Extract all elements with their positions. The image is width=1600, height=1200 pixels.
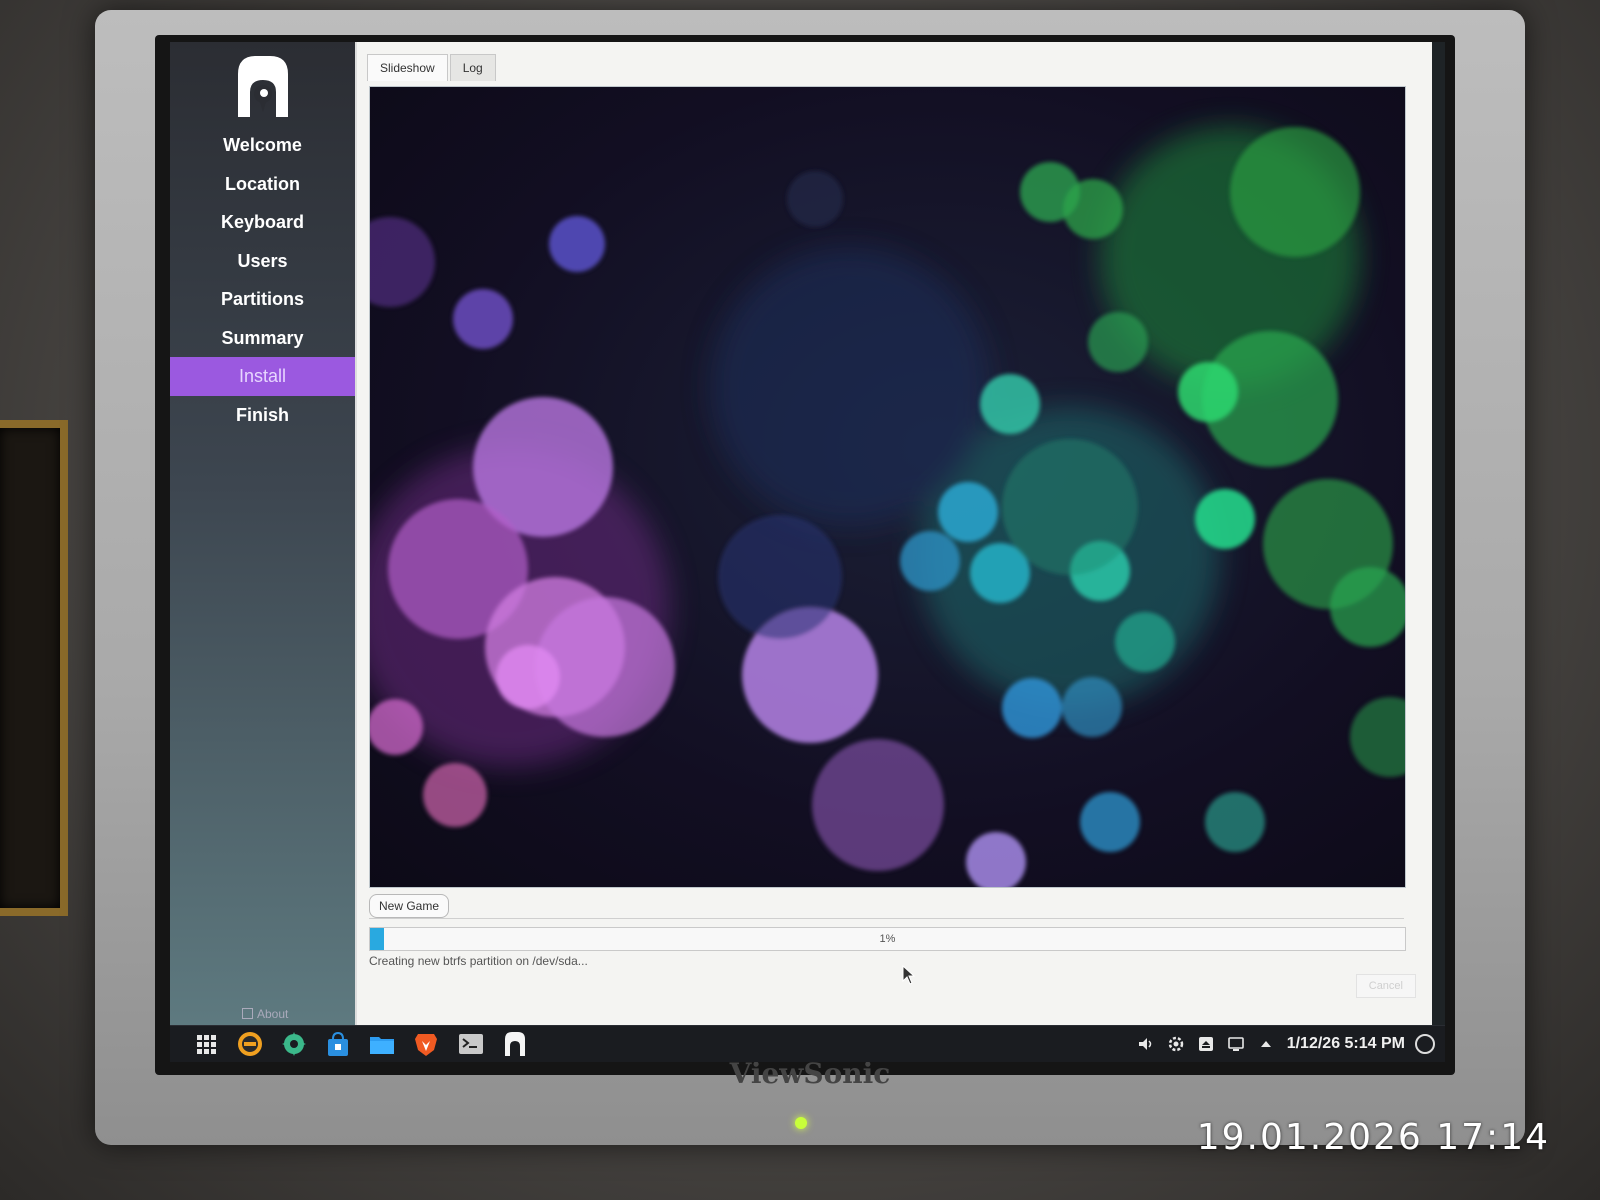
wall-picture-frame [0, 420, 68, 916]
settings-gear-icon[interactable] [280, 1030, 308, 1058]
system-tray: 1/12/26 5:14 PM [1137, 1026, 1405, 1062]
mouse-pointer-icon [902, 965, 916, 985]
cancel-button[interactable]: Cancel [1355, 974, 1416, 998]
sidebar-item-location: Location [225, 173, 300, 194]
sidebar-item-partitions: Partitions [220, 289, 304, 309]
sidebar-nav: Welcome Location Keyboard Users Partitio… [170, 126, 355, 434]
installer-logo-icon [237, 56, 288, 117]
installer-main: Slideshow Log New Game 1% Creating new b… [355, 42, 1432, 1027]
tab-slideshow[interactable]: Slideshow [367, 54, 448, 81]
network-icon[interactable] [1227, 1035, 1245, 1053]
sidebar-item-finish: Finish [236, 404, 289, 425]
progress-label: 1% [879, 933, 896, 945]
brave-browser-icon[interactable] [412, 1030, 440, 1058]
sidebar-item-summary: Summary [221, 327, 304, 348]
bokeh-wallpaper [370, 87, 1405, 887]
tab-bar: Slideshow Log [367, 54, 498, 81]
new-game-button[interactable]: New Game [369, 894, 450, 918]
installer-sidebar: Welcome Location Keyboard Users Partitio… [170, 42, 355, 1027]
power-led [795, 1117, 807, 1129]
sidebar-item-keyboard: Keyboard [220, 212, 305, 232]
sidebar-item-welcome: Welcome [223, 135, 302, 155]
tab-log[interactable]: Log [449, 54, 496, 81]
divider [369, 918, 1404, 919]
removable-media-icon[interactable] [1197, 1035, 1215, 1053]
sidebar-item-users: Users [237, 250, 288, 271]
power-icon[interactable] [1415, 1034, 1435, 1054]
about-checkbox-icon [242, 1008, 253, 1019]
store-bag-icon[interactable] [324, 1030, 352, 1058]
volume-icon[interactable] [1137, 1035, 1155, 1053]
tray-expand-icon[interactable] [1257, 1035, 1275, 1053]
taskbar: 1/12/26 5:14 PM [170, 1025, 1445, 1062]
photo-timestamp: 19.01.2026 17:14 [1196, 1117, 1550, 1158]
screen: Welcome Location Keyboard Users Partitio… [170, 42, 1445, 1062]
taskbar-apps [192, 1030, 540, 1058]
slideshow-image [369, 86, 1406, 888]
sidebar-item-install: Install [170, 357, 355, 396]
terminal-icon[interactable] [457, 1030, 485, 1058]
disk-icon[interactable] [236, 1030, 264, 1058]
install-progress-bar: 1% [369, 927, 1406, 951]
folder-icon[interactable] [368, 1030, 396, 1058]
settings-icon[interactable] [1167, 1035, 1185, 1053]
taskbar-clock[interactable]: 1/12/26 5:14 PM [1287, 1035, 1405, 1053]
app-grid-icon[interactable] [192, 1030, 220, 1058]
installer-icon[interactable] [501, 1030, 529, 1058]
about-button[interactable]: About [242, 1007, 288, 1021]
about-label: About [257, 1007, 289, 1021]
install-status-text: Creating new btrfs partition on /dev/sda… [369, 954, 588, 968]
